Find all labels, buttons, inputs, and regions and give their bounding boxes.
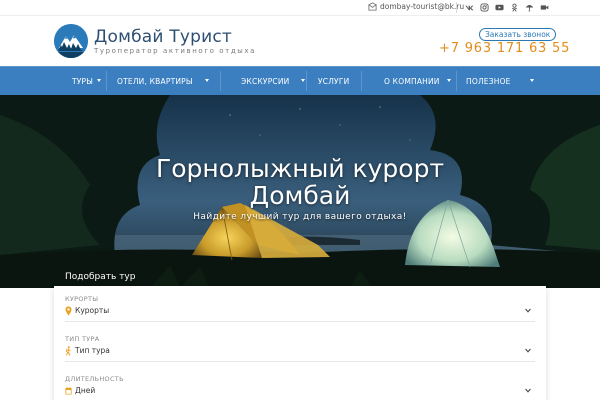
duration-select[interactable]: Длительность Дней — [54, 368, 546, 398]
tour-type-select[interactable]: Тип тура Тип тура — [54, 328, 546, 362]
chevron-down-icon — [530, 79, 534, 82]
resort-select[interactable]: Курорты Курорты — [54, 288, 546, 322]
pick-tour-label: Подобрать тур — [65, 272, 136, 282]
odnoklassniki-icon[interactable] — [509, 2, 519, 13]
nav-item-hotels[interactable]: Отели, квартиры — [117, 67, 209, 95]
nav-separator — [106, 71, 107, 91]
calendar-icon — [65, 387, 72, 395]
chevron-down-icon — [447, 79, 451, 82]
chevron-down-icon — [525, 308, 531, 313]
map-pin-icon — [65, 306, 72, 316]
nav-item-label: Полезное — [466, 76, 511, 86]
nav-item-tours[interactable]: Туры — [72, 67, 101, 95]
nav-item-services[interactable]: Услуги — [318, 67, 349, 95]
chevron-down-icon — [205, 79, 209, 82]
nav-item-label: Туры — [72, 76, 94, 86]
callback-button[interactable]: Заказать звонок — [479, 28, 557, 41]
field-value: Дней — [75, 386, 96, 395]
brand-name[interactable]: Домбай Турист — [94, 27, 232, 47]
umbrella-icon[interactable] — [524, 2, 534, 13]
field-label: Длительность — [65, 375, 124, 383]
top-bar: dombay-tourist@bk.ru — [0, 0, 600, 16]
social-links — [464, 2, 549, 13]
nav-separator — [220, 71, 221, 91]
phone-number[interactable]: +7 963 171 63 55 — [439, 41, 570, 56]
field-underline — [65, 321, 535, 322]
hero-banner: Горнолыжный курорт Домбай Найдите лучший… — [0, 95, 600, 288]
field-label: Курорты — [65, 295, 99, 303]
chevron-down-icon — [301, 79, 305, 82]
field-value: Курорты — [75, 306, 110, 315]
field-value: Тип тура — [75, 346, 110, 355]
hiker-icon — [65, 346, 71, 356]
nav-item-label: О компании — [384, 76, 440, 86]
nav-item-label: Отели, квартиры — [117, 76, 193, 86]
video-icon[interactable] — [539, 2, 549, 13]
envelope-icon — [368, 2, 377, 11]
logo-icon[interactable] — [54, 24, 88, 58]
nav-item-about[interactable]: О компании — [384, 67, 451, 95]
vk-icon[interactable] — [464, 2, 474, 13]
email-link[interactable]: dombay-tourist@bk.ru — [368, 2, 464, 11]
chevron-down-icon — [97, 79, 101, 82]
instagram-icon[interactable] — [479, 2, 489, 13]
hero-title-line1: Горнолыжный курорт — [155, 154, 445, 183]
chevron-down-icon — [525, 388, 531, 393]
nav-item-label: Экскурсии — [241, 76, 290, 86]
nav-separator — [456, 71, 457, 91]
field-label: Тип тура — [65, 335, 100, 343]
email-text: dombay-tourist@bk.ru — [380, 2, 465, 11]
chevron-down-icon — [525, 348, 531, 353]
nav-separator — [361, 71, 362, 91]
nav-item-excursions[interactable]: Экскурсии — [241, 67, 305, 95]
hero-title-line2: Домбай — [249, 181, 351, 210]
main-nav: Туры Отели, квартиры Экскурсии Услуги О … — [0, 66, 600, 95]
tour-search-form: Курорты Курорты Тип тура Тип тура Длител… — [54, 286, 546, 400]
nav-separator — [306, 71, 307, 91]
hero-subtitle: Найдите лучший тур для вашего отдыха! — [193, 212, 407, 222]
nav-item-label: Услуги — [318, 76, 350, 86]
site-header: Домбай Турист Туроператор активного отды… — [0, 16, 600, 66]
youtube-icon[interactable] — [494, 2, 504, 13]
field-underline — [65, 361, 535, 362]
nav-item-useful[interactable]: Полезное — [466, 67, 534, 95]
hero-title: Горнолыжный курорт Домбай — [0, 155, 600, 209]
brand-tagline: Туроператор активного отдыха — [94, 47, 257, 55]
topbar-divider — [456, 2, 457, 13]
